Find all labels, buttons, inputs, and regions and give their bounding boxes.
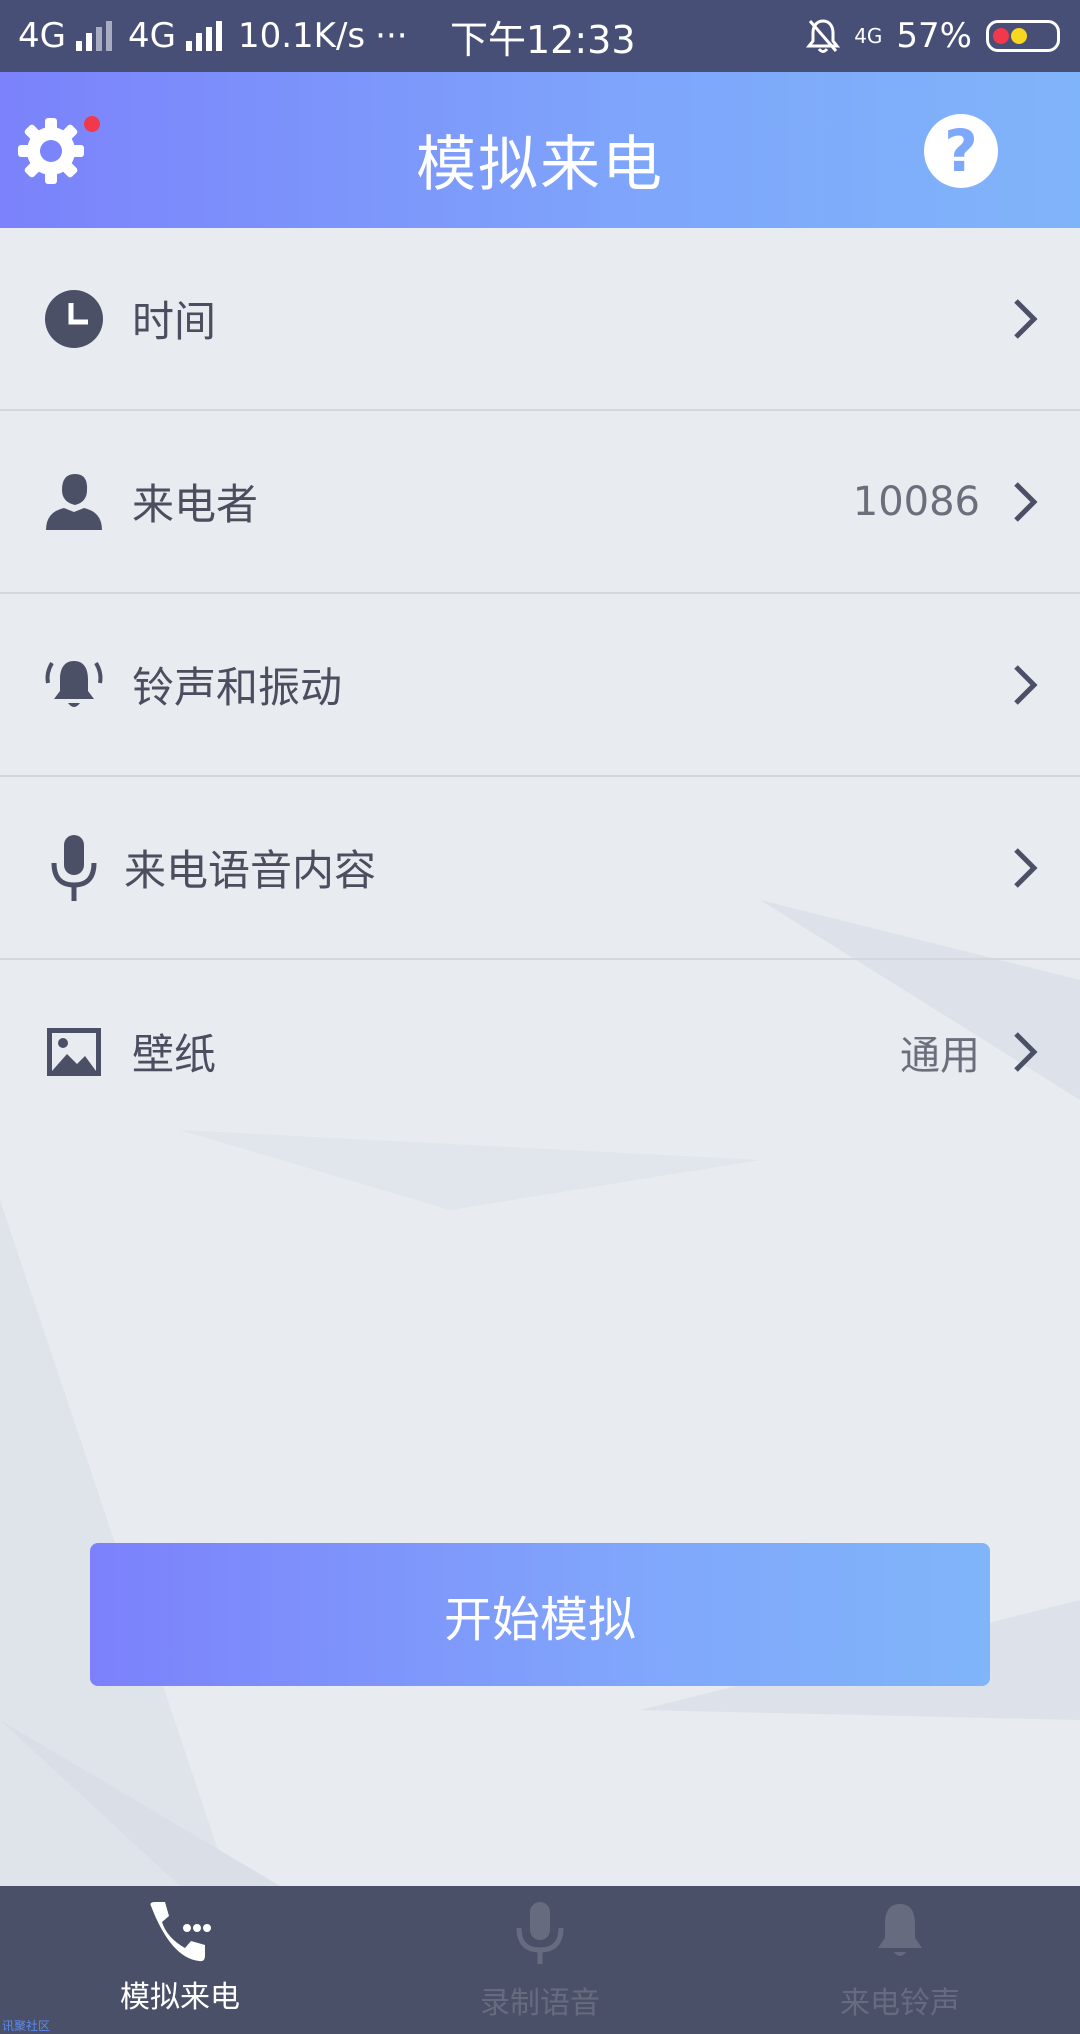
app-header: 模拟来电 ? xyxy=(0,72,1080,228)
status-bar: 4G 4G 10.1K/s ··· 下午12:33 4G 57% xyxy=(0,0,1080,72)
menu-item-label: 时间 xyxy=(132,297,217,346)
menu-item-wallpaper[interactable]: 壁纸 通用 xyxy=(0,960,1080,1143)
watermark: 讯聚社区 xyxy=(2,2019,51,2033)
battery-percent: 57% xyxy=(896,16,972,56)
menu-item-caller[interactable]: 来电者 10086 xyxy=(0,411,1080,594)
menu-item-voice-content[interactable]: 来电语音内容 xyxy=(0,777,1080,960)
tab-ringtone[interactable]: 来电铃声 xyxy=(720,1886,1080,2034)
network-badge: 4G xyxy=(854,24,883,48)
signal-strength-icon-2 xyxy=(185,21,222,51)
chevron-right-icon xyxy=(1014,847,1038,888)
help-icon: ? xyxy=(944,117,978,185)
battery-icon xyxy=(986,20,1060,52)
menu-item-label: 壁纸 xyxy=(132,1030,217,1079)
menu-item-ringtone[interactable]: 铃声和振动 xyxy=(0,594,1080,777)
help-button[interactable]: ? xyxy=(924,114,998,188)
network-type-2: 4G xyxy=(127,16,176,56)
status-time: 下午12:33 xyxy=(450,17,636,62)
settings-menu: 时间 来电者 10086 铃声和振动 来电语音内容 壁纸 通用 xyxy=(0,228,1080,1143)
menu-item-label: 来电语音内容 xyxy=(124,846,377,895)
microphone-icon xyxy=(516,1902,564,1964)
tab-label: 录制语音 xyxy=(480,1986,600,2021)
start-simulation-button[interactable]: 开始模拟 xyxy=(90,1543,990,1686)
tab-label: 来电铃声 xyxy=(840,1986,960,2021)
menu-item-label: 来电者 xyxy=(132,480,259,529)
chevron-right-icon xyxy=(1014,1031,1038,1072)
menu-item-time[interactable]: 时间 xyxy=(0,228,1080,411)
chevron-right-icon xyxy=(1014,481,1038,522)
signal-strength-icon xyxy=(75,21,112,51)
chevron-right-icon xyxy=(1014,298,1038,339)
network-speed: 10.1K/s xyxy=(237,16,366,56)
bell-icon xyxy=(878,1904,922,1956)
caller-number: 10086 xyxy=(852,478,980,525)
bell-icon xyxy=(42,653,106,717)
more-dots: ··· xyxy=(375,16,408,56)
phone-icon xyxy=(150,1902,211,1962)
menu-item-label: 铃声和振动 xyxy=(132,663,343,712)
tab-label: 模拟来电 xyxy=(120,1980,240,2015)
mute-bell-icon xyxy=(806,19,841,53)
clock-icon xyxy=(42,287,106,351)
image-icon xyxy=(42,1020,106,1084)
wallpaper-value: 通用 xyxy=(900,1032,980,1079)
bottom-tabbar: 模拟来电 录制语音 来电铃声 xyxy=(0,1886,1080,2034)
network-type-1: 4G xyxy=(18,16,66,56)
page-title: 模拟来电 xyxy=(416,130,664,200)
microphone-icon xyxy=(42,834,106,901)
tab-simulate-call[interactable]: 模拟来电 xyxy=(0,1886,360,2034)
chevron-right-icon xyxy=(1014,664,1038,705)
tab-record-voice[interactable]: 录制语音 xyxy=(360,1886,720,2034)
person-icon xyxy=(42,470,106,534)
